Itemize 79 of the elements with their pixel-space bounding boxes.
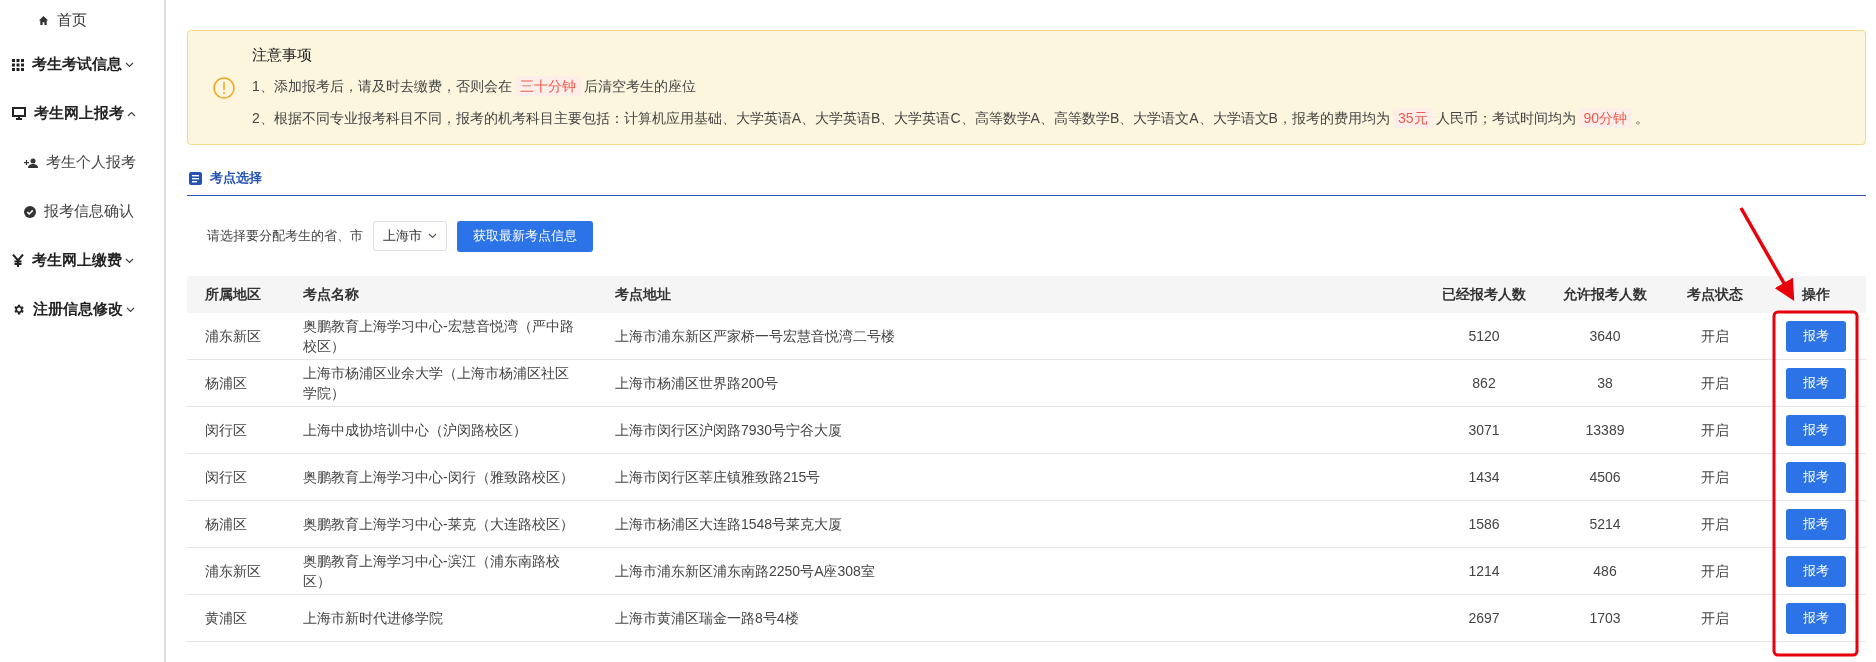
table-cell: 上海市闵行区沪闵路7930号宁谷大厦 [615, 422, 843, 438]
column-header: 允许报考人数 [1545, 276, 1665, 313]
column-header: 考点状态 [1665, 276, 1765, 313]
register-button[interactable]: 报考 [1785, 461, 1846, 493]
table-cell: 1586 [1468, 516, 1500, 532]
table-cell: 奥鹏教育上海学习中心-滨江（浦东南路校区） [303, 553, 560, 589]
menu-item[interactable]: 首页 [0, 0, 164, 40]
menu-item[interactable]: 报考信息确认 [0, 187, 164, 236]
grid-icon [12, 58, 24, 71]
table-cell: 上海市浦东新区浦东南路2250号A座308室 [615, 563, 875, 579]
user-add-icon [24, 157, 38, 168]
table-cell: 黄浦区 [205, 610, 247, 626]
check-circle-icon [24, 205, 36, 218]
table-cell: 杨浦区 [205, 516, 247, 532]
table-cell: 开启 [1701, 563, 1729, 579]
table-cell: 开启 [1701, 422, 1729, 438]
column-header: 考点名称 [285, 276, 597, 313]
table-cell: 浦东新区 [205, 328, 261, 344]
table-cell: 杨浦区 [205, 375, 247, 391]
register-button[interactable]: 报考 [1785, 602, 1846, 634]
document-icon [189, 171, 202, 185]
notice-title: 注意事项 [252, 46, 313, 65]
register-button[interactable]: 报考 [1785, 508, 1846, 540]
register-button[interactable]: 报考 [1785, 414, 1846, 446]
menu-group[interactable]: 考生网上报考 [0, 89, 164, 138]
table-cell: 1703 [1589, 610, 1621, 626]
table-cell: 奥鹏教育上海学习中心-宏慧音悦湾（严中路校区） [303, 318, 574, 354]
table-cell: 上海市杨浦区业余大学（上海市杨浦区社区学院） [303, 365, 569, 401]
column-header: 所属地区 [187, 276, 285, 313]
menu-group[interactable]: 注册信息修改 [0, 285, 164, 334]
menu-group[interactable]: 考生考试信息 [0, 40, 164, 89]
notice-text: 2、根据不同专业报考科目不同，报考的机考科目主要包括：计算机应用基础、大学英语A、大学英语B、大学英语C、高等数学A、高等数学B、大学语文A、大学语文B，报考的费用均为 35元 人民币；考试时间均为 90分钟 。 [252, 107, 1650, 129]
table-cell: 38 [1597, 375, 1613, 391]
fetch-button[interactable]: 获取最新考点信息 [457, 220, 593, 252]
table-cell: 上海市黄浦区瑞金一路8号4楼 [615, 610, 799, 626]
table-cell: 上海市闵行区莘庄镇雅致路215号 [615, 469, 821, 485]
settings-icon [12, 303, 25, 316]
column-header: 已经报考人数 [1423, 276, 1545, 313]
table-cell: 上海市浦东新区严家桥一号宏慧音悦湾二号楼 [615, 328, 895, 344]
table-cell: 浦东新区 [205, 563, 261, 579]
table-cell: 3071 [1468, 422, 1500, 438]
table-cell: 开启 [1701, 610, 1729, 626]
table-cell: 开启 [1701, 469, 1729, 485]
table-cell: 13389 [1585, 422, 1625, 438]
table-cell: 5214 [1589, 516, 1621, 532]
table-cell: 5120 [1468, 328, 1500, 344]
table-cell: 上海市新时代进修学院 [303, 610, 443, 626]
table-cell: 2697 [1468, 610, 1500, 626]
city-select[interactable]: 上海市 [373, 221, 447, 251]
menu-item[interactable]: 考生个人报考 [0, 138, 164, 187]
table-cell: 奥鹏教育上海学习中心-闵行（雅致路校区） [303, 469, 574, 485]
register-button[interactable]: 报考 [1785, 555, 1846, 587]
table-cell: 开启 [1701, 328, 1729, 344]
filter-label: 请选择要分配考生的省、市 [207, 227, 363, 245]
table-cell: 3640 [1589, 328, 1621, 344]
table-cell: 862 [1472, 375, 1496, 391]
table-cell: 上海中成协培训中心（沪闵路校区） [303, 422, 527, 438]
table-cell: 闵行区 [205, 469, 247, 485]
warning-icon [213, 76, 235, 99]
table-cell: 奥鹏教育上海学习中心-莱克（大连路校区） [303, 516, 574, 532]
chevron-down-icon [428, 233, 437, 239]
table-cell: 开启 [1701, 516, 1729, 532]
notice-text: 1、添加报考后，请及时去缴费，否则会在 三十分钟 后清空考生的座位 [252, 75, 697, 97]
register-button[interactable]: 报考 [1785, 320, 1846, 352]
home-icon [37, 14, 49, 26]
section-title: 考点选择 [210, 169, 262, 187]
table-cell: 1434 [1468, 469, 1500, 485]
monitor-icon [12, 107, 26, 120]
table-cell: 上海市杨浦区世界路200号 [615, 375, 779, 391]
table-cell: 开启 [1701, 375, 1729, 391]
table-cell: 4506 [1589, 469, 1621, 485]
menu-group[interactable]: 考生网上缴费 [0, 236, 164, 285]
table-cell: 486 [1593, 563, 1617, 579]
yen-icon [12, 254, 24, 267]
table-cell: 闵行区 [205, 422, 247, 438]
register-button[interactable]: 报考 [1785, 367, 1846, 399]
column-header: 考点地址 [597, 276, 1423, 313]
table-cell: 上海市杨浦区大连路1548号莱克大厦 [615, 516, 843, 532]
table-cell: 1214 [1468, 563, 1500, 579]
